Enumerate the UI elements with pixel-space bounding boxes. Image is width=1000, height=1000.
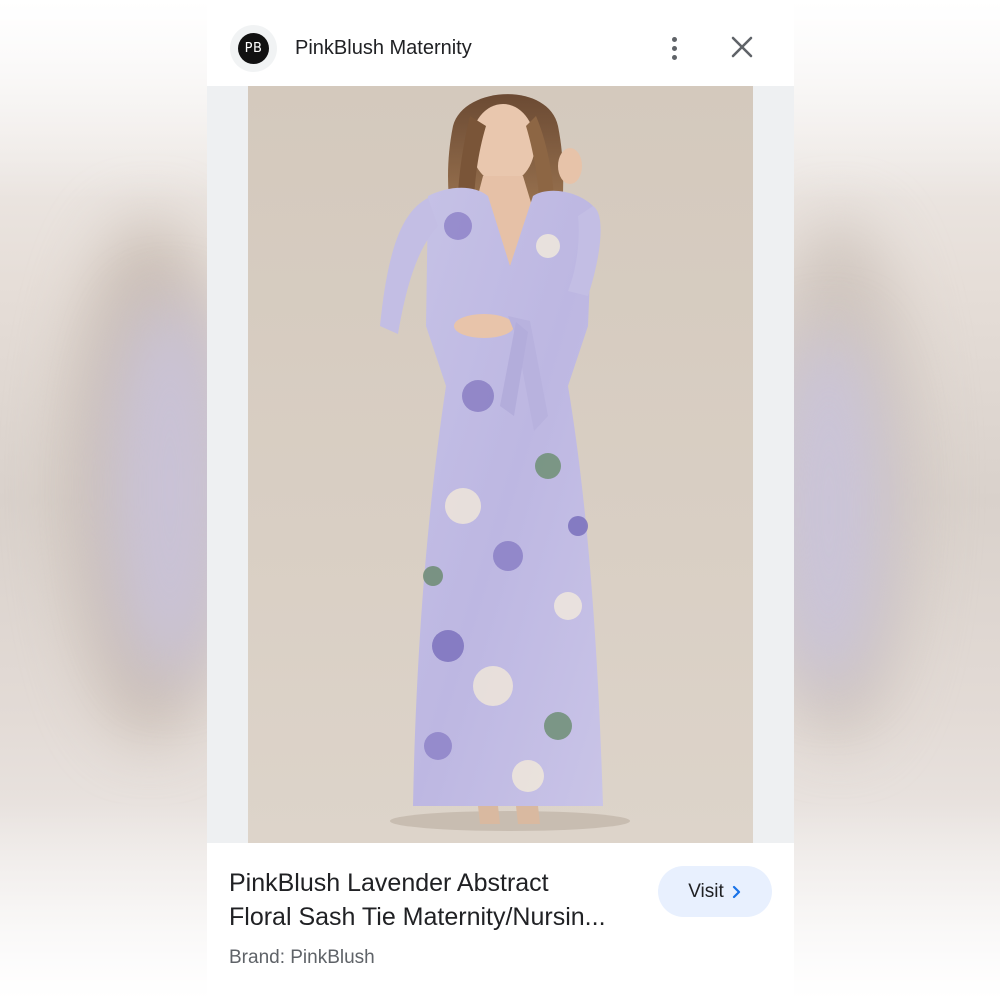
site-logo: PB	[238, 33, 269, 64]
image-preview-panel: PB PinkBlush Maternity PinkBlush Lavende…	[207, 0, 794, 1000]
product-title[interactable]: PinkBlush Lavender Abstract Floral Sash …	[229, 866, 639, 934]
product-photo-illustration	[248, 86, 753, 843]
site-name[interactable]: PinkBlush Maternity	[295, 36, 472, 60]
visit-button-label: Visit	[688, 880, 724, 902]
product-title-line-2: Floral Sash Tie Maternity/Nursin...	[229, 903, 606, 931]
image-area	[207, 86, 794, 843]
more-vert-icon-dot	[671, 54, 677, 60]
product-title-line-1: PinkBlush Lavender Abstract	[229, 869, 549, 897]
more-vert-icon-dot	[671, 45, 677, 51]
chevron-right-icon	[732, 885, 740, 898]
close-icon	[731, 36, 753, 58]
panel-header: PB PinkBlush Maternity	[207, 0, 794, 86]
close-button[interactable]	[727, 32, 757, 62]
product-photo[interactable]	[248, 86, 753, 843]
blurred-backdrop-right	[794, 0, 1000, 1000]
blurred-backdrop-left	[0, 0, 207, 1000]
more-vert-icon	[671, 36, 677, 42]
site-avatar[interactable]: PB	[230, 25, 277, 72]
product-brand: Brand: PinkBlush	[229, 947, 375, 968]
more-options-button[interactable]	[661, 30, 687, 66]
visit-button[interactable]: Visit	[658, 866, 772, 917]
